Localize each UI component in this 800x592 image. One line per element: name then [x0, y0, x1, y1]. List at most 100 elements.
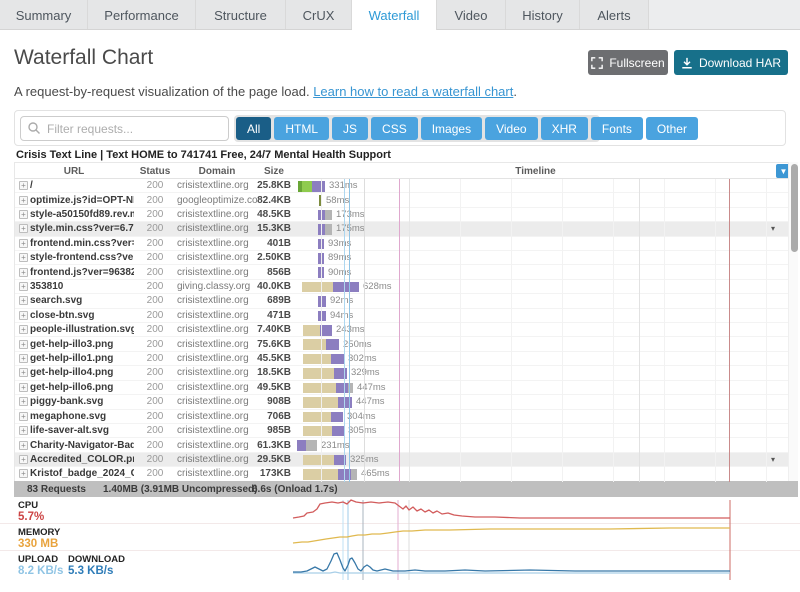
- request-row[interactable]: +life-saver-alt.svg200crisistextline.org…: [15, 424, 791, 438]
- expand-row-icon[interactable]: +: [19, 397, 28, 406]
- column-header-domain[interactable]: Domain: [177, 163, 257, 179]
- timing-bar-tan: [303, 397, 338, 408]
- filter-button-video[interactable]: Video: [485, 117, 537, 140]
- expand-row-icon[interactable]: +: [19, 455, 28, 464]
- request-row[interactable]: +frontend.min.css?ver=17...200crisistext…: [15, 237, 791, 251]
- filter-button-other[interactable]: Other: [646, 117, 698, 140]
- tab-performance[interactable]: Performance: [88, 0, 196, 30]
- request-row[interactable]: +get-help-illo4.png200crisistextline.org…: [15, 366, 791, 380]
- expand-row-icon[interactable]: +: [19, 210, 28, 219]
- timing-bar-purple: [318, 239, 324, 250]
- request-row[interactable]: +style.min.css?ver=6.7.1200crisistextlin…: [15, 222, 791, 236]
- page-title: Waterfall Chart: [14, 46, 153, 70]
- request-time-label: 304ms: [347, 410, 376, 423]
- tab-video[interactable]: Video: [437, 0, 506, 30]
- request-row[interactable]: +Kristof_badge_2024_Col...200crisistextl…: [15, 467, 791, 481]
- fullscreen-button[interactable]: Fullscreen: [588, 50, 668, 75]
- waterfall-help-link[interactable]: Learn how to read a waterfall chart: [313, 84, 513, 99]
- request-domain: giving.classy.org: [177, 280, 257, 293]
- expand-row-icon[interactable]: +: [19, 296, 28, 305]
- expand-row-icon[interactable]: +: [19, 383, 28, 392]
- request-row[interactable]: +get-help-illo3.png200crisistextline.org…: [15, 337, 791, 351]
- request-size: 61.3KB: [257, 438, 291, 451]
- filter-button-html[interactable]: HTML: [274, 117, 329, 140]
- filter-button-all[interactable]: All: [236, 117, 271, 140]
- timing-bar-purple: [318, 311, 326, 322]
- request-row[interactable]: +optimize.js?id=OPT-NP4...200googleoptim…: [15, 193, 791, 207]
- expand-row-icon[interactable]: +: [19, 325, 28, 334]
- tab-waterfall[interactable]: Waterfall: [352, 0, 437, 30]
- expand-row-icon[interactable]: +: [19, 282, 28, 291]
- filter-button-fonts[interactable]: Fonts: [591, 117, 643, 140]
- row-options-caret[interactable]: ▾: [771, 453, 775, 466]
- expand-row-icon[interactable]: +: [19, 239, 28, 248]
- expand-row-icon[interactable]: +: [19, 311, 28, 320]
- filter-button-js[interactable]: JS: [332, 117, 368, 140]
- tab-alerts[interactable]: Alerts: [580, 0, 649, 30]
- timing-bar-tan: [303, 469, 338, 480]
- expand-row-icon[interactable]: +: [19, 268, 28, 277]
- timing-bar-purple: [333, 282, 359, 293]
- timing-bar-green: [302, 181, 312, 192]
- column-header-timeline[interactable]: Timeline: [295, 163, 776, 179]
- request-row[interactable]: +style-frontend.css?ver=9...200crisistex…: [15, 251, 791, 265]
- filter-button-css[interactable]: CSS: [371, 117, 418, 140]
- expand-row-icon[interactable]: +: [19, 368, 28, 377]
- expand-row-icon[interactable]: +: [19, 469, 28, 478]
- expand-row-icon[interactable]: +: [19, 426, 28, 435]
- request-status: 200: [133, 352, 177, 365]
- timing-bar-tan: [303, 412, 331, 423]
- tab-structure[interactable]: Structure: [196, 0, 286, 30]
- expand-row-icon[interactable]: +: [19, 340, 28, 349]
- expand-row-icon[interactable]: +: [19, 253, 28, 262]
- filter-requests-input[interactable]: [20, 116, 229, 141]
- filter-button-images[interactable]: Images: [421, 117, 482, 140]
- expand-row-icon[interactable]: +: [19, 181, 28, 190]
- request-domain: crisistextline.org: [177, 179, 257, 192]
- timing-bar-gray: [325, 210, 332, 221]
- tab-summary[interactable]: Summary: [0, 0, 88, 30]
- request-row[interactable]: +style-a50150fd89.rev.min...200crisistex…: [15, 208, 791, 222]
- request-status: 200: [133, 381, 177, 394]
- timing-bar-gray: [351, 469, 357, 480]
- upload-sparkline: [293, 572, 730, 573]
- request-size: 706B: [257, 410, 291, 423]
- request-row[interactable]: +search.svg200crisistextline.org689B92ms: [15, 294, 791, 308]
- timing-bar-tan: [302, 282, 333, 293]
- filter-button-xhr[interactable]: XHR: [541, 117, 588, 140]
- request-row[interactable]: +353810200giving.classy.org40.0KB628ms: [15, 280, 791, 294]
- request-row[interactable]: +frontend.js?ver=963820a...200crisistext…: [15, 265, 791, 279]
- column-header-url[interactable]: URL: [15, 163, 133, 179]
- tab-history[interactable]: History: [506, 0, 580, 30]
- request-row[interactable]: +/200crisistextline.org25.8KB331ms: [15, 179, 791, 193]
- download-har-button[interactable]: Download HAR: [674, 50, 788, 75]
- request-size: 471B: [257, 309, 291, 322]
- request-row[interactable]: +Charity-Navigator-Badge...200crisistext…: [15, 438, 791, 452]
- request-size: 40.0KB: [257, 280, 291, 293]
- request-status: 200: [133, 453, 177, 466]
- request-row[interactable]: +megaphone.svg200crisistextline.org706B3…: [15, 410, 791, 424]
- request-size: 18.5KB: [257, 366, 291, 379]
- expand-row-icon[interactable]: +: [19, 412, 28, 421]
- request-url: style-frontend.css?ver=9...: [30, 251, 134, 264]
- expand-row-icon[interactable]: +: [19, 354, 28, 363]
- expand-row-icon[interactable]: +: [19, 224, 28, 233]
- request-row[interactable]: +Accredited_COLOR.png200crisistextline.o…: [15, 453, 791, 467]
- request-row[interactable]: +get-help-illo6.png200crisistextline.org…: [15, 381, 791, 395]
- column-header-size[interactable]: Size: [257, 163, 291, 179]
- request-size: 49.5KB: [257, 381, 291, 394]
- request-time-label: 305ms: [348, 424, 377, 437]
- request-time-label: 302ms: [348, 352, 377, 365]
- expand-row-icon[interactable]: +: [19, 196, 28, 205]
- column-header-status[interactable]: Status: [133, 163, 177, 179]
- request-domain: crisistextline.org: [177, 352, 257, 365]
- expand-row-icon[interactable]: +: [19, 441, 28, 450]
- row-options-caret[interactable]: ▾: [771, 222, 775, 235]
- waterfall-scrollbar-track[interactable]: [788, 162, 798, 481]
- tab-crux[interactable]: CrUX: [286, 0, 352, 30]
- request-row[interactable]: +get-help-illo1.png200crisistextline.org…: [15, 352, 791, 366]
- request-row[interactable]: +piggy-bank.svg200crisistextline.org908B…: [15, 395, 791, 409]
- request-row[interactable]: +close-btn.svg200crisistextline.org471B9…: [15, 309, 791, 323]
- waterfall-scrollbar-thumb[interactable]: [791, 164, 798, 252]
- request-row[interactable]: +people-illustration.svg200crisistextlin…: [15, 323, 791, 337]
